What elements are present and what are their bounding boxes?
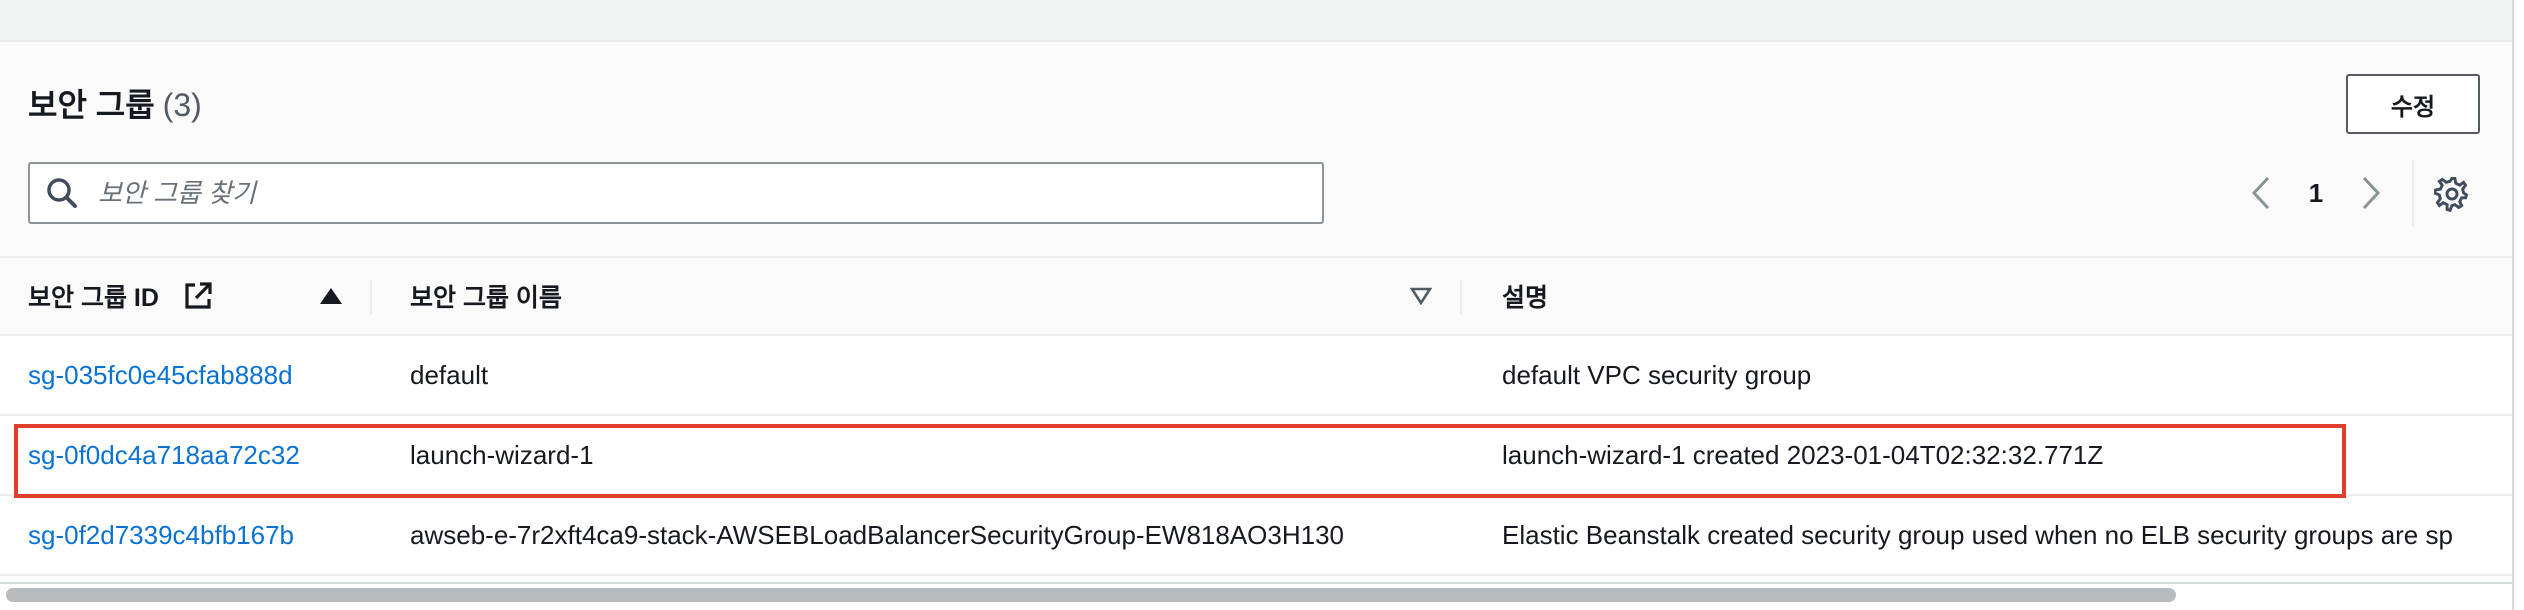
security-group-id-link[interactable]: sg-0f2d7339c4bfb167b [28,496,294,574]
security-group-name: launch-wizard-1 [410,439,594,470]
search-box[interactable] [28,162,1324,224]
security-group-name: awseb-e-7r2xft4ca9-stack-AWSEBLoadBalanc… [410,519,1345,550]
previous-page-button[interactable] [2246,168,2276,218]
edit-button[interactable]: 수정 [2346,74,2480,134]
security-group-description: launch-wizard-1 created 2023-01-04T02:32… [1502,439,2104,470]
column-divider [1460,280,1462,314]
current-page-number[interactable]: 1 [2300,168,2332,218]
column-header-name-label: 보안 그룹 이름 [410,284,562,312]
security-group-id-link[interactable]: sg-0f0dc4a718aa72c32 [28,416,300,494]
table-row[interactable]: sg-0f2d7339c4bfb167b awseb-e-7r2xft4ca9-… [0,496,2512,576]
page-title-text: 보안 그룹 [28,87,155,123]
gear-icon [2434,176,2469,212]
pager-divider [2412,160,2414,226]
search-icon [44,175,80,211]
security-group-id-link[interactable]: sg-035fc0e45cfab888d [28,336,293,414]
sort-ascending-icon[interactable] [318,258,344,334]
horizontal-scrollbar-thumb[interactable] [6,588,2176,602]
search-input[interactable] [96,176,1280,210]
column-header-description[interactable]: 설명 [1502,258,1548,334]
security-group-description: Elastic Beanstalk created security group… [1502,519,2453,550]
page-title: 보안 그룹 (3) [28,80,202,126]
chevron-right-icon [2362,176,2381,210]
chevron-left-icon [2251,176,2270,210]
next-page-button[interactable] [2356,168,2386,218]
column-divider [370,280,372,314]
preferences-button[interactable] [2432,174,2472,214]
top-band [0,0,2512,42]
table-header: 보안 그룹 ID 보안 그룹 이름 설명 [0,256,2512,336]
security-group-name: default [410,359,489,390]
table-row[interactable]: sg-0f0dc4a718aa72c32 launch-wizard-1 lau… [0,416,2512,496]
security-group-count: (3) [162,87,202,123]
table-row[interactable]: sg-035fc0e45cfab888d default default VPC… [0,336,2512,416]
sort-descending-icon[interactable] [1410,258,1432,334]
security-group-description: default VPC security group [1502,359,1812,390]
column-header-id-label: 보안 그룹 ID [28,284,159,312]
column-header-description-label: 설명 [1502,284,1549,312]
right-edge [2512,0,2524,610]
security-groups-panel: 보안 그룹(3) 수정 1 보안 그룹 ID [0,0,2524,610]
external-link-icon [185,282,212,309]
column-header-id[interactable]: 보안 그룹 ID [28,258,215,334]
column-header-name[interactable]: 보안 그룹 이름 [410,258,562,334]
